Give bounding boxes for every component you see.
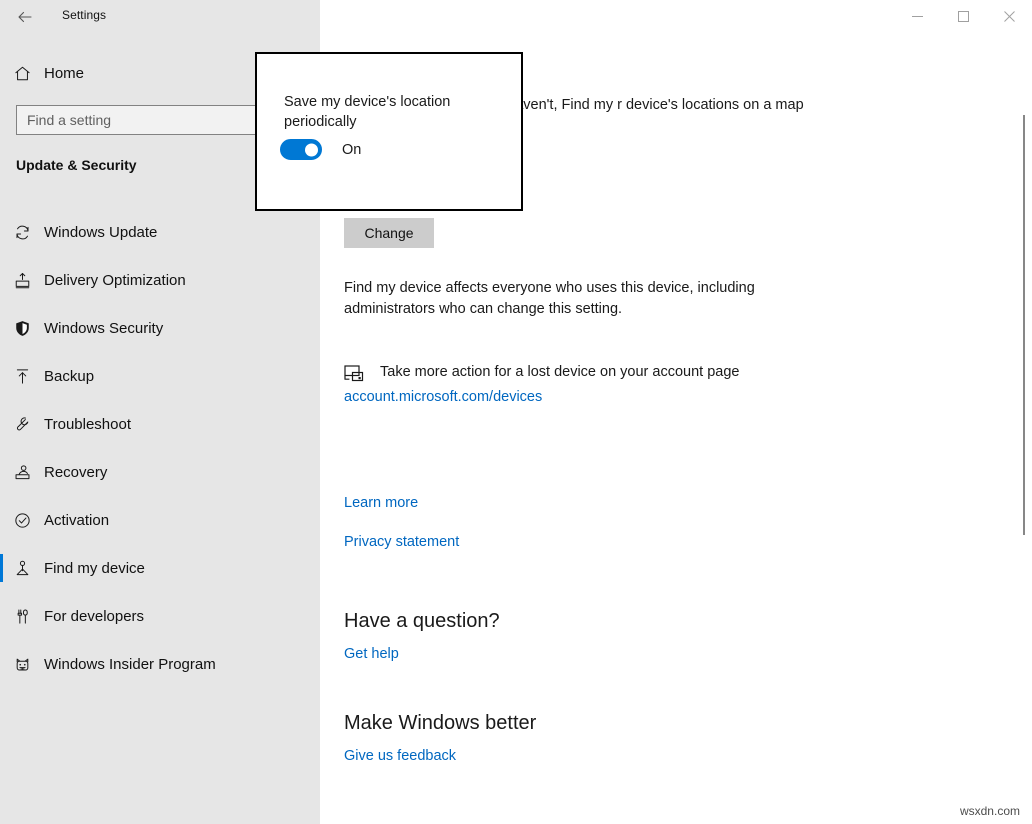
selection-accent-bar (0, 650, 3, 678)
affects-everyone-note: Find my device affects everyone who uses… (344, 278, 764, 320)
flyout-toggle-row: On (280, 139, 361, 160)
refresh-icon (0, 223, 44, 242)
give-us-feedback-link[interactable]: Give us feedback (344, 746, 456, 766)
sidebar-item-recovery[interactable]: Recovery (0, 448, 320, 496)
make-windows-better-heading: Make Windows better (344, 712, 536, 735)
maximize-icon (958, 11, 969, 22)
upload-arrow-icon (0, 367, 44, 386)
maximize-button[interactable] (940, 0, 986, 32)
scrollbar-thumb[interactable] (1023, 115, 1025, 535)
home-icon (0, 64, 44, 83)
selection-accent-bar (0, 554, 3, 582)
sidebar-item-activation[interactable]: Activation (0, 496, 320, 544)
back-arrow-icon (15, 7, 35, 27)
selection-accent-bar (0, 218, 3, 246)
selection-accent-bar (0, 314, 3, 342)
watermark: wsxdn.com (960, 804, 1020, 818)
title-bar: Settings (0, 0, 1032, 32)
sidebar-nav-list: Windows Update Delivery Optimization (0, 208, 320, 688)
developer-tools-icon (0, 607, 44, 626)
selection-accent-bar (0, 458, 3, 486)
devices-icon (344, 364, 372, 386)
back-button[interactable] (8, 2, 42, 32)
have-a-question-heading: Have a question? (344, 610, 500, 633)
close-icon (1004, 11, 1015, 22)
sidebar-item-troubleshoot[interactable]: Troubleshoot (0, 400, 320, 448)
account-action-row: Take more action for a lost device on yo… (344, 362, 739, 386)
sidebar-item-label: Delivery Optimization (44, 272, 186, 289)
find-device-icon (0, 559, 44, 578)
sidebar-item-delivery-optimization[interactable]: Delivery Optimization (0, 256, 320, 304)
sidebar-item-label: Recovery (44, 464, 107, 481)
flyout-title: Save my device's location periodically (284, 92, 494, 132)
save-location-flyout: Save my device's location periodically O… (255, 52, 523, 211)
selection-accent-bar (0, 506, 3, 534)
close-button[interactable] (986, 0, 1032, 32)
minimize-button[interactable] (894, 0, 940, 32)
window-title: Settings (62, 8, 106, 22)
sidebar-item-label: Windows Insider Program (44, 656, 216, 673)
wrench-icon (0, 415, 44, 434)
sidebar-item-label: Find my device (44, 560, 145, 577)
sidebar-item-windows-security[interactable]: Windows Security (0, 304, 320, 352)
upload-box-icon (0, 271, 44, 290)
save-location-toggle[interactable] (280, 139, 322, 160)
toggle-knob (305, 143, 318, 156)
sidebar-section-title: Update & Security (16, 157, 137, 173)
selection-accent-bar (0, 602, 3, 630)
recovery-person-icon (0, 463, 44, 482)
learn-more-link[interactable]: Learn more (344, 493, 418, 513)
sidebar-item-find-my-device[interactable]: Find my device (0, 544, 320, 592)
selection-accent-bar (0, 410, 3, 438)
insider-cat-icon (0, 655, 44, 674)
privacy-statement-link[interactable]: Privacy statement (344, 532, 459, 552)
shield-icon (0, 319, 44, 338)
sidebar-item-label: For developers (44, 608, 144, 625)
sidebar-item-backup[interactable]: Backup (0, 352, 320, 400)
toggle-state-label: On (342, 142, 361, 158)
sidebar-item-label: Activation (44, 512, 109, 529)
change-button[interactable]: Change (344, 218, 434, 248)
selection-accent-bar (0, 362, 3, 390)
sidebar-item-label: Troubleshoot (44, 416, 131, 433)
sidebar-home-label: Home (44, 65, 84, 82)
sidebar-item-windows-insider-program[interactable]: Windows Insider Program (0, 640, 320, 688)
sidebar-item-label: Windows Update (44, 224, 157, 241)
account-action-text: Take more action for a lost device on yo… (380, 362, 739, 383)
sidebar-item-for-developers[interactable]: For developers (0, 592, 320, 640)
sidebar-item-label: Backup (44, 368, 94, 385)
account-devices-link[interactable]: account.microsoft.com/devices (344, 387, 542, 407)
selection-accent-bar (0, 266, 3, 294)
get-help-link[interactable]: Get help (344, 644, 399, 664)
minimize-icon (912, 11, 923, 22)
sidebar-item-label: Windows Security (44, 320, 163, 337)
sidebar-item-windows-update[interactable]: Windows Update (0, 208, 320, 256)
check-circle-icon (0, 511, 44, 530)
